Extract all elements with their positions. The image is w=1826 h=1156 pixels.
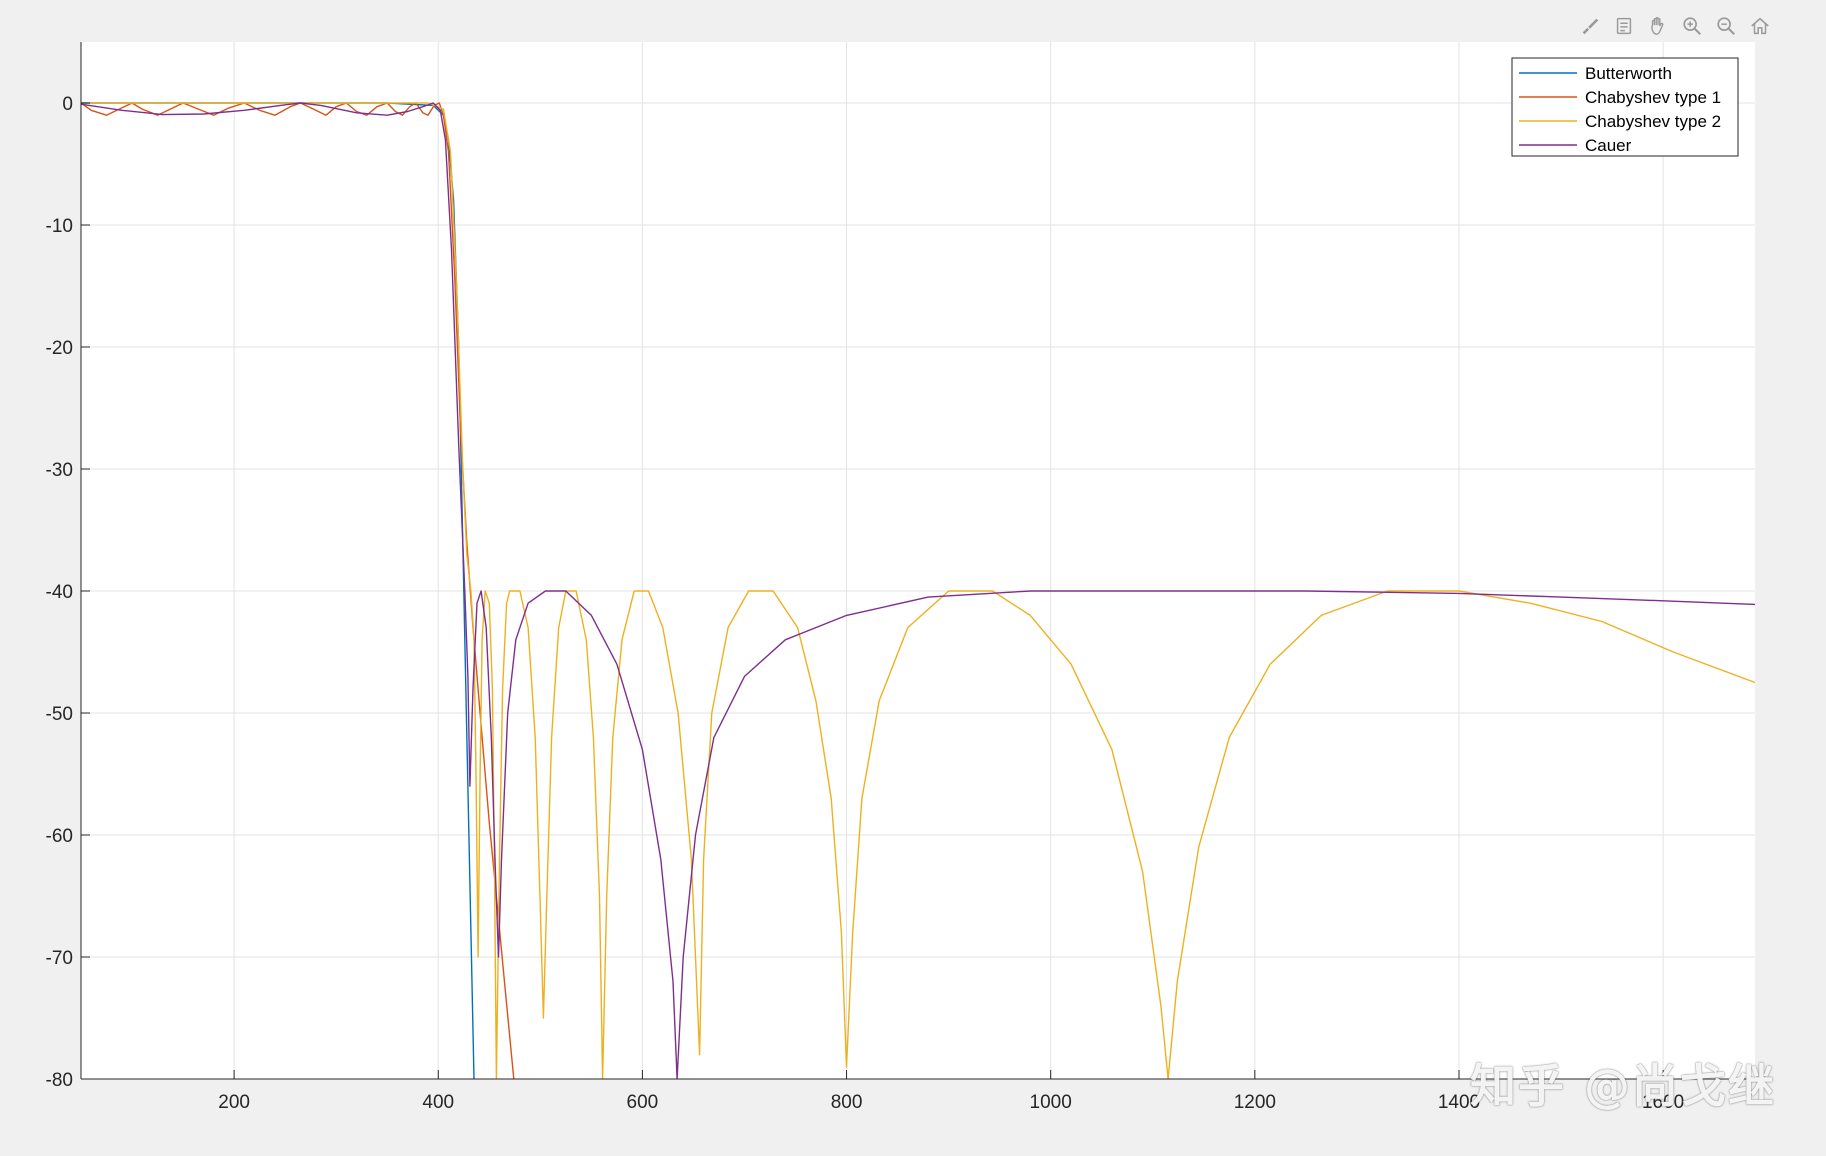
y-tick-label: -60 <box>46 826 73 847</box>
x-tick-label: 1000 <box>1030 1092 1072 1113</box>
zoom-in-icon <box>1683 17 1701 35</box>
axes-toolbar <box>1576 10 1774 42</box>
y-tick-label: -80 <box>46 1070 73 1091</box>
y-tick-label: -30 <box>46 460 73 481</box>
x-tick-label: 400 <box>422 1092 454 1113</box>
x-tick-label: 600 <box>627 1092 659 1113</box>
pan-hand-icon <box>1651 16 1664 35</box>
y-tick-label: -40 <box>46 582 73 603</box>
plot-area[interactable] <box>81 42 1755 1079</box>
legend[interactable]: Butterworth Chabyshev type 1 Chabyshev typ… <box>1511 57 1739 157</box>
zoom-in-button[interactable] <box>1678 12 1706 40</box>
zoom-out-button[interactable] <box>1712 12 1740 40</box>
watermark-text: 知乎 @尚戈继 <box>1469 1059 1776 1113</box>
legend-entry-3: Cauer <box>1585 136 1632 155</box>
home-button[interactable] <box>1746 12 1774 40</box>
legend-entry-1: Chabyshev type 1 <box>1585 88 1721 107</box>
data-tips-button[interactable] <box>1610 12 1638 40</box>
x-tick-label: 800 <box>831 1092 863 1113</box>
y-tick-label: 0 <box>62 94 73 115</box>
matlab-figure: 200 400 600 800 1000 1200 1400 16000-10-20-30-4… <box>0 0 1826 1156</box>
legend-entry-0: Butterworth <box>1585 64 1672 83</box>
y-tick-label: -70 <box>46 948 73 969</box>
zoom-out-icon <box>1717 17 1735 35</box>
legend-entry-2: Chabyshev type 2 <box>1585 112 1721 131</box>
brush-button[interactable] <box>1576 12 1604 40</box>
y-tick-label: -20 <box>46 338 73 359</box>
home-icon <box>1751 17 1769 35</box>
y-tick-label: -10 <box>46 216 73 237</box>
x-tick-label: 1200 <box>1234 1092 1276 1113</box>
data-tips-icon <box>1616 17 1632 35</box>
brush-icon <box>1582 18 1599 35</box>
pan-hand-button[interactable] <box>1644 12 1672 40</box>
y-tick-label: -50 <box>46 704 73 725</box>
x-tick-label: 200 <box>218 1092 250 1113</box>
